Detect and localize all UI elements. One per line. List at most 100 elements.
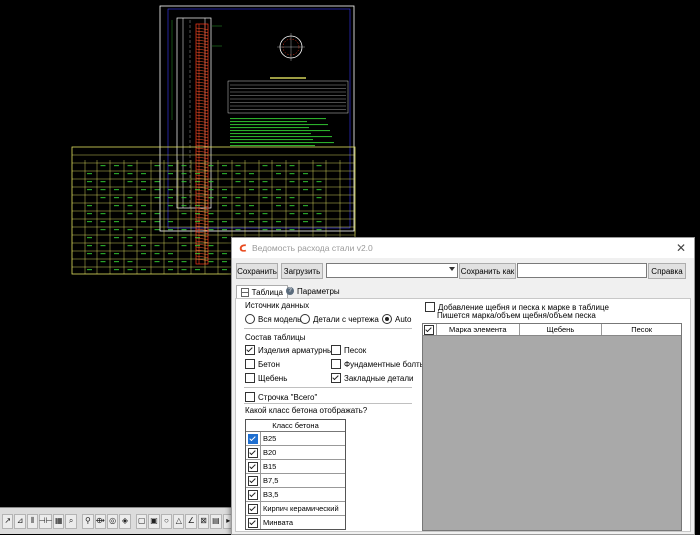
circle-icon[interactable]: ○ <box>160 513 173 529</box>
class-row-checkbox[interactable] <box>248 433 258 444</box>
target-icon[interactable]: ◎ <box>106 513 119 529</box>
source-radio-auto[interactable]: Auto <box>382 314 411 324</box>
class-table-row[interactable]: Минвата <box>246 516 345 529</box>
checkbox-anchor-bolts[interactable] <box>331 359 341 369</box>
class-row-checkbox[interactable] <box>248 447 258 458</box>
total-row-label: Строчка "Всего" <box>258 392 318 402</box>
tab-parameters[interactable]: ? Параметры <box>282 285 344 297</box>
element-data-grid[interactable]: Марка элемента Щебень Песок <box>422 323 682 531</box>
osnap-icon[interactable]: ▦ <box>53 513 65 529</box>
checkbox-add-sand[interactable] <box>425 302 435 312</box>
concrete-class-table[interactable]: Класс бетона B25 B20 B15 B7,5 B3,5 Кирпич кер… <box>245 419 346 530</box>
composition-item-concrete[interactable]: Бетон <box>245 359 280 369</box>
steel-consumption-dialog: Ведомость расхода стали v2.0 ✕ Сохранить… <box>231 237 695 535</box>
class-row-check-cell[interactable] <box>246 502 261 515</box>
class-row-label: B20 <box>263 448 277 457</box>
square-icon[interactable]: ▣ <box>148 513 160 529</box>
radio-auto-label: Auto <box>395 314 412 324</box>
rectangle-icon[interactable]: ▢ <box>136 513 148 529</box>
source-radio-drawing-details[interactable]: Детали с чертежа <box>300 314 379 324</box>
pan-icon[interactable]: ⟴ <box>94 513 106 529</box>
save-as-button[interactable]: Сохранить как <box>459 263 516 279</box>
view-icon[interactable]: ◈ <box>119 513 131 529</box>
class-row-label: B25 <box>263 434 277 443</box>
settings-icon: ? <box>286 287 294 295</box>
table-tab-panel: Источник данных Вся модель Детали с черт… <box>235 298 691 532</box>
class-row-checkbox[interactable] <box>248 489 258 500</box>
lineweight-icon[interactable]: ▤ <box>210 513 222 529</box>
app-logo-icon <box>239 244 247 252</box>
divider <box>244 328 412 329</box>
class-row-label: Кирпич керамический <box>263 504 339 513</box>
grid-header-check-cell[interactable] <box>423 324 437 335</box>
class-table-row[interactable]: B20 <box>246 446 345 460</box>
checkbox-embedded[interactable] <box>331 373 341 383</box>
divider <box>244 387 412 388</box>
checkbox-concrete[interactable] <box>245 359 255 369</box>
load-button[interactable]: Загрузить <box>281 263 323 279</box>
ortho-icon[interactable]: ⊿ <box>14 513 26 529</box>
composition-item-gravel[interactable]: Щебень <box>245 373 287 383</box>
class-row-label: Минвата <box>263 518 294 527</box>
class-row-checkbox[interactable] <box>248 517 258 528</box>
polar-icon[interactable]: ⊣⊢ <box>39 513 53 529</box>
class-table-row[interactable]: B3,5 <box>246 488 345 502</box>
checkbox-sand[interactable] <box>331 345 341 355</box>
radio-drawing-details[interactable] <box>300 314 310 324</box>
class-table-row[interactable]: B25 <box>246 432 345 446</box>
class-table-header: Класс бетона <box>246 420 345 432</box>
radio-whole-model-label: Вся модель <box>258 314 302 324</box>
divider <box>244 403 412 404</box>
class-row-checkbox[interactable] <box>248 461 258 472</box>
radio-auto[interactable] <box>382 314 392 324</box>
class-table-row[interactable]: B15 <box>246 460 345 474</box>
triangle-icon[interactable]: △ <box>173 513 185 529</box>
close-icon[interactable]: ✕ <box>676 241 686 255</box>
class-table-row[interactable]: Кирпич керамический <box>246 502 345 516</box>
total-row-option[interactable]: Строчка "Всего" <box>245 392 317 402</box>
dialog-titlebar[interactable]: Ведомость расхода стали v2.0 ✕ <box>232 238 694 258</box>
concrete-question: Какой класс бетона отображать? <box>245 406 368 415</box>
grid-col-sand[interactable]: Песок <box>602 324 681 335</box>
class-row-check-cell[interactable] <box>246 446 261 459</box>
measure-icon[interactable]: ⊠ <box>197 513 210 529</box>
grid-select-all-checkbox[interactable] <box>424 324 435 335</box>
class-row-check-cell[interactable] <box>246 488 261 501</box>
source-radio-whole-model[interactable]: Вся модель <box>245 314 301 324</box>
profile-select[interactable] <box>326 263 458 278</box>
grid-col-mark[interactable]: Марка элемента <box>437 324 520 335</box>
composition-item-embedded[interactable]: Закладные детали <box>331 373 414 383</box>
composition-item-rebar[interactable]: Изделия арматурные <box>245 345 337 355</box>
dialog-title: Ведомость расхода стали v2.0 <box>252 243 373 253</box>
composition-item-label: Изделия арматурные <box>258 345 338 355</box>
class-row-check-cell[interactable] <box>246 516 261 529</box>
zoom-icon[interactable]: ⚲ <box>82 513 94 529</box>
composition-item-sand[interactable]: Песок <box>331 345 366 355</box>
tab-table[interactable]: Таблица <box>236 285 288 299</box>
class-table-row[interactable]: B7,5 <box>246 474 345 488</box>
class-row-checkbox[interactable] <box>248 503 258 514</box>
class-row-label: B15 <box>263 462 277 471</box>
composition-item-label: Фундаментные болты <box>344 359 426 369</box>
checkbox-gravel[interactable] <box>245 373 255 383</box>
class-row-check-cell[interactable] <box>246 432 261 445</box>
grid-col-gravel[interactable]: Щебень <box>520 324 603 335</box>
help-button[interactable]: Справка <box>648 263 686 279</box>
class-row-check-cell[interactable] <box>246 460 261 473</box>
snap-icon[interactable]: ↗ <box>2 513 14 529</box>
class-row-checkbox[interactable] <box>248 475 258 486</box>
save-button[interactable]: Сохранить <box>236 263 278 279</box>
table-icon <box>241 288 249 297</box>
class-row-check-cell[interactable] <box>246 474 261 487</box>
checkbox-total-row[interactable] <box>245 392 255 402</box>
otrack-icon[interactable]: ⌕ <box>65 513 77 529</box>
angle-icon[interactable]: ∠ <box>185 513 197 529</box>
tab-table-label: Таблица <box>251 288 283 297</box>
grid-icon[interactable]: ⫴ <box>26 513 39 529</box>
checkbox-rebar[interactable] <box>245 345 255 355</box>
composition-item-anchor-bolts[interactable]: Фундаментные болты <box>331 359 425 369</box>
radio-drawing-details-label: Детали с чертежа <box>313 314 379 324</box>
class-row-label: B7,5 <box>263 476 279 485</box>
radio-whole-model[interactable] <box>245 314 255 324</box>
name-input[interactable] <box>517 263 647 278</box>
